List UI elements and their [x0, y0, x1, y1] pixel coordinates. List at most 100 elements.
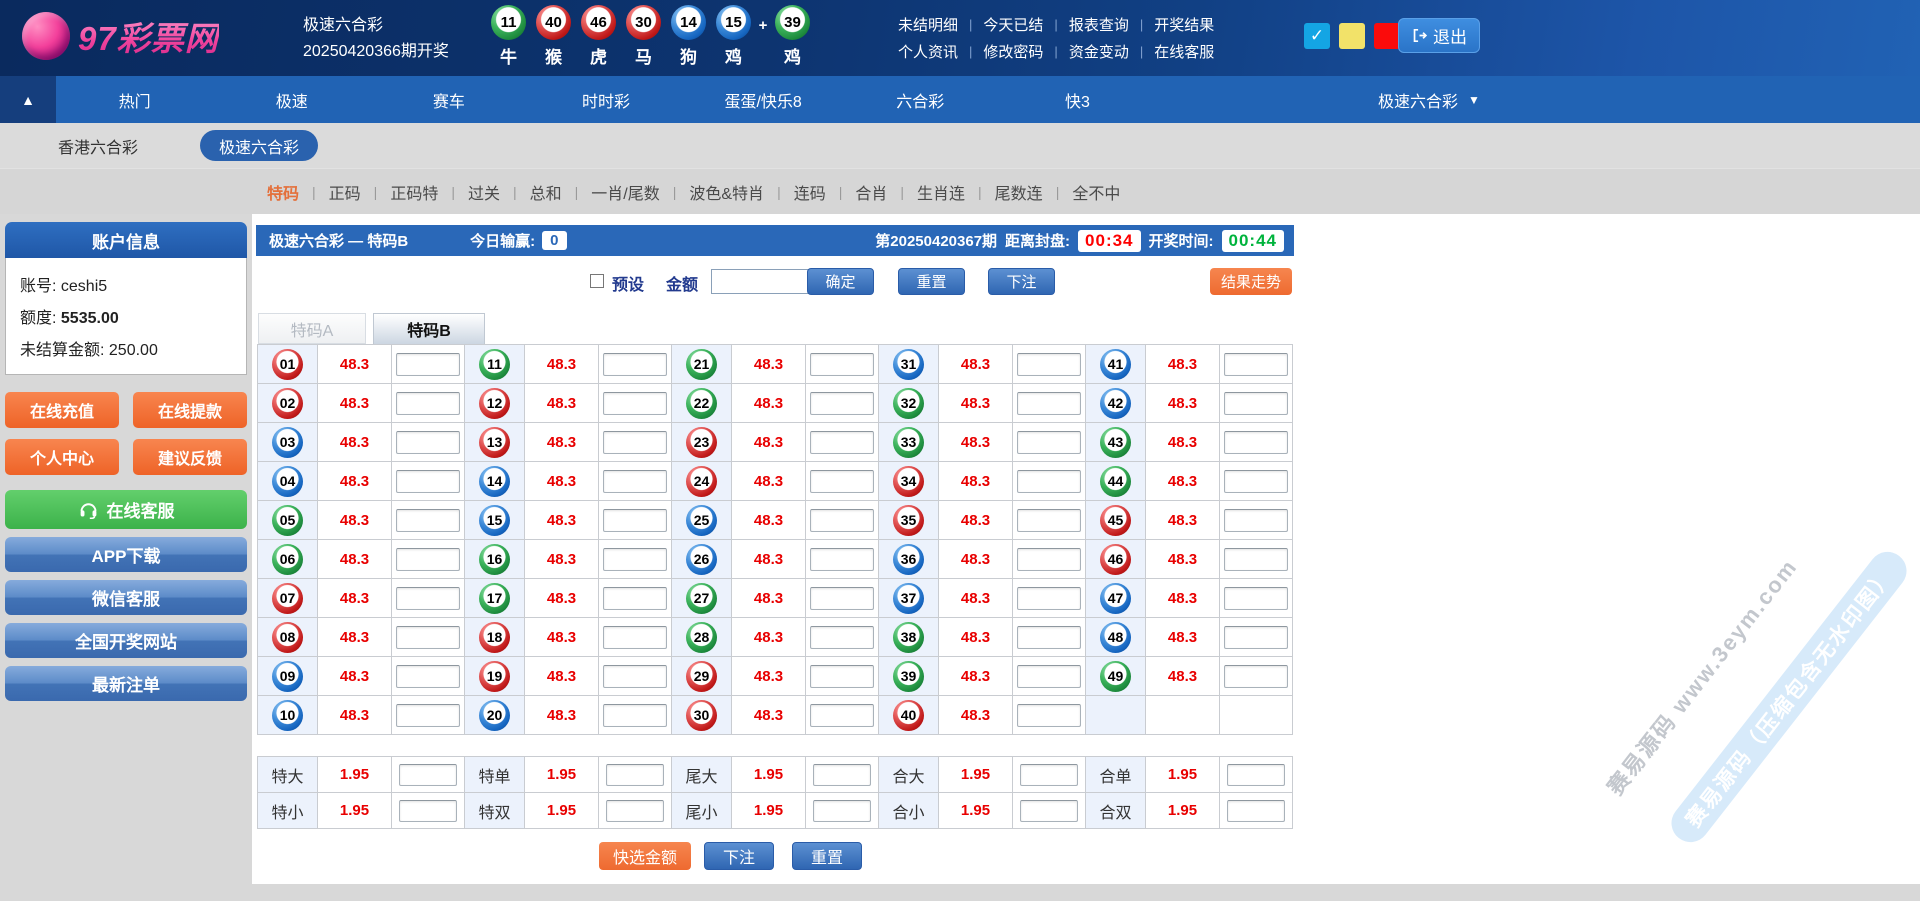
theme-swatch-blue[interactable]: ✓ [1304, 23, 1330, 49]
bet-type-tab-合肖[interactable]: 合肖 [855, 180, 887, 204]
number-bet-input-47[interactable] [1224, 586, 1288, 610]
number-bet-input-21[interactable] [810, 352, 874, 376]
theme-swatch-yellow[interactable] [1339, 23, 1365, 49]
number-bet-input-08[interactable] [396, 625, 460, 649]
two-sides-bet-input-合大[interactable] [1020, 763, 1078, 786]
bet-type-tab-正码特[interactable]: 正码特 [390, 180, 438, 204]
two-sides-bet-input-合单[interactable] [1227, 763, 1285, 786]
number-bet-input-33[interactable] [1017, 430, 1081, 454]
number-bet-input-42[interactable] [1224, 391, 1288, 415]
bet-type-tab-全不中[interactable]: 全不中 [1072, 180, 1120, 204]
sidebar-button-在线提款[interactable]: 在线提款 [133, 392, 247, 428]
theme-swatch-red[interactable] [1374, 23, 1400, 49]
two-sides-bet-input-合小[interactable] [1020, 799, 1078, 822]
number-bet-input-35[interactable] [1017, 508, 1081, 532]
nav-item-快3[interactable]: 快3 [999, 76, 1156, 123]
number-bet-input-03[interactable] [396, 430, 460, 454]
number-bet-input-18[interactable] [603, 625, 667, 649]
preset-checkbox[interactable] [590, 274, 604, 288]
subnav-item-香港六合彩[interactable]: 香港六合彩 [58, 123, 138, 168]
sidebar-button-个人中心[interactable]: 个人中心 [5, 439, 119, 475]
number-bet-input-06[interactable] [396, 547, 460, 571]
header-link[interactable]: 报表查询 [1069, 14, 1129, 35]
two-sides-bet-input-合双[interactable] [1227, 799, 1285, 822]
nav-item-极速[interactable]: 极速 [213, 76, 370, 123]
number-bet-input-23[interactable] [810, 430, 874, 454]
number-bet-input-26[interactable] [810, 547, 874, 571]
number-bet-input-36[interactable] [1017, 547, 1081, 571]
header-link[interactable]: 未结明细 [898, 14, 958, 35]
sidebar-button-最新注单[interactable]: 最新注单 [5, 666, 247, 701]
quick-amount-button[interactable]: 快选金额 [599, 842, 691, 870]
number-bet-input-12[interactable] [603, 391, 667, 415]
number-bet-input-48[interactable] [1224, 625, 1288, 649]
sidebar-button-APP下载[interactable]: APP下载 [5, 537, 247, 572]
number-bet-input-09[interactable] [396, 664, 460, 688]
two-sides-bet-input-特小[interactable] [399, 799, 457, 822]
bet-type-tab-总和[interactable]: 总和 [530, 180, 562, 204]
nav-item-六合彩[interactable]: 六合彩 [842, 76, 999, 123]
two-sides-bet-input-特双[interactable] [606, 799, 664, 822]
number-bet-input-15[interactable] [603, 508, 667, 532]
tab-特码A[interactable]: 特码A [258, 313, 366, 344]
sidebar-button-微信客服[interactable]: 微信客服 [5, 580, 247, 615]
header-link[interactable]: 资金变动 [1069, 41, 1129, 62]
bet-type-tab-过关[interactable]: 过关 [468, 180, 500, 204]
confirm-button[interactable]: 确定 [807, 268, 874, 295]
nav-item-热门[interactable]: 热门 [56, 76, 213, 123]
nav-item-赛车[interactable]: 赛车 [370, 76, 527, 123]
online-service-button[interactable]: 在线客服 [5, 490, 247, 529]
bet-type-tab-连码[interactable]: 连码 [794, 180, 826, 204]
number-bet-input-44[interactable] [1224, 469, 1288, 493]
number-bet-input-13[interactable] [603, 430, 667, 454]
number-bet-input-38[interactable] [1017, 625, 1081, 649]
sidebar-button-在线充值[interactable]: 在线充值 [5, 392, 119, 428]
bottom-reset-button[interactable]: 重置 [792, 842, 862, 870]
number-bet-input-46[interactable] [1224, 547, 1288, 571]
number-bet-input-24[interactable] [810, 469, 874, 493]
header-link[interactable]: 个人资讯 [898, 41, 958, 62]
bet-type-tab-一肖/尾数[interactable]: 一肖/尾数 [591, 180, 659, 204]
number-bet-input-04[interactable] [396, 469, 460, 493]
number-bet-input-32[interactable] [1017, 391, 1081, 415]
number-bet-input-02[interactable] [396, 391, 460, 415]
number-bet-input-22[interactable] [810, 391, 874, 415]
bet-type-tab-波色&特肖[interactable]: 波色&特肖 [689, 180, 764, 204]
number-bet-input-49[interactable] [1224, 664, 1288, 688]
number-bet-input-16[interactable] [603, 547, 667, 571]
sidebar-button-全国开奖网站[interactable]: 全国开奖网站 [5, 623, 247, 658]
number-bet-input-17[interactable] [603, 586, 667, 610]
nav-item-时时彩[interactable]: 时时彩 [527, 76, 684, 123]
nav-collapse-button[interactable]: ▲ [0, 76, 56, 123]
result-trend-button[interactable]: 结果走势 [1210, 268, 1292, 295]
number-bet-input-30[interactable] [810, 703, 874, 727]
sidebar-button-建议反馈[interactable]: 建议反馈 [133, 439, 247, 475]
site-logo[interactable]: 97彩票网 [22, 12, 219, 60]
subnav-item-极速六合彩[interactable]: 极速六合彩 [200, 130, 319, 161]
number-bet-input-19[interactable] [603, 664, 667, 688]
number-bet-input-10[interactable] [396, 703, 460, 727]
number-bet-input-43[interactable] [1224, 430, 1288, 454]
number-bet-input-45[interactable] [1224, 508, 1288, 532]
two-sides-bet-input-尾小[interactable] [813, 799, 871, 822]
bet-button[interactable]: 下注 [988, 268, 1055, 295]
bet-type-tab-生肖连[interactable]: 生肖连 [917, 180, 965, 204]
header-link[interactable]: 今天已结 [983, 14, 1043, 35]
number-bet-input-28[interactable] [810, 625, 874, 649]
number-bet-input-34[interactable] [1017, 469, 1081, 493]
header-link[interactable]: 开奖结果 [1154, 14, 1214, 35]
reset-button[interactable]: 重置 [898, 268, 965, 295]
number-bet-input-31[interactable] [1017, 352, 1081, 376]
tab-特码B[interactable]: 特码B [373, 313, 485, 344]
number-bet-input-29[interactable] [810, 664, 874, 688]
two-sides-bet-input-特大[interactable] [399, 763, 457, 786]
number-bet-input-05[interactable] [396, 508, 460, 532]
bottom-bet-button[interactable]: 下注 [704, 842, 774, 870]
number-bet-input-41[interactable] [1224, 352, 1288, 376]
two-sides-bet-input-特单[interactable] [606, 763, 664, 786]
number-bet-input-40[interactable] [1017, 703, 1081, 727]
bet-type-tab-尾数连[interactable]: 尾数连 [995, 180, 1043, 204]
number-bet-input-20[interactable] [603, 703, 667, 727]
header-link[interactable]: 修改密码 [983, 41, 1043, 62]
header-link[interactable]: 在线客服 [1154, 41, 1214, 62]
